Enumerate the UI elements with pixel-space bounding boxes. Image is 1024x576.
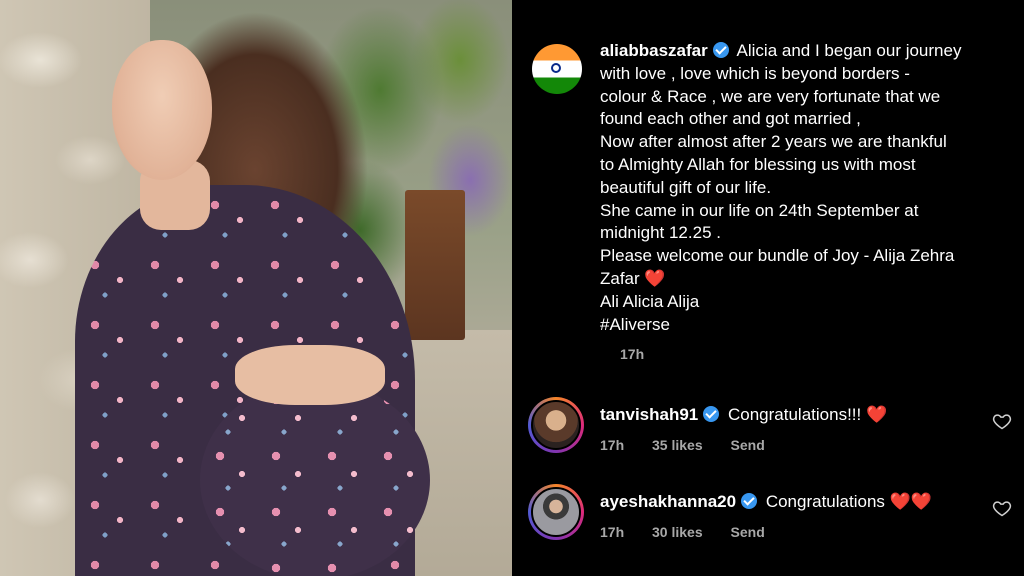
verified-badge-icon <box>712 42 729 58</box>
caption-line: found each other and got married , <box>600 109 861 129</box>
avatar-image <box>531 400 581 450</box>
caption-line: Now after almost after 2 years we are th… <box>600 132 947 152</box>
woman-face <box>112 40 212 180</box>
comment-timestamp[interactable]: 17h <box>600 524 624 540</box>
avatar[interactable] <box>528 484 584 540</box>
heart-icon: ❤️ <box>644 268 666 288</box>
comment-username[interactable]: ayeshakhanna20 <box>600 492 736 511</box>
woman-hand <box>235 345 385 405</box>
caption-line: to Almighty Allah for blessing us with m… <box>600 154 916 174</box>
caption-line: colour & Race , we are very fortunate th… <box>600 86 941 106</box>
comment-text: tanvishah91 Congratulations!!! ❤️ <box>600 405 887 425</box>
comment-likes[interactable]: 35 likes <box>652 437 703 453</box>
like-heart-icon[interactable] <box>992 411 1012 431</box>
heart-icon: ❤️ <box>865 405 888 424</box>
comment-body: Congratulations <box>765 492 885 511</box>
caption-line: She came in our life on 24th September a… <box>600 200 919 220</box>
comment-item: tanvishah91 Congratulations!!! ❤️ 17h 35… <box>528 397 1018 467</box>
comment-meta: 17h 35 likes Send <box>600 437 789 453</box>
like-heart-icon[interactable] <box>992 498 1012 518</box>
comment-username[interactable]: tanvishah91 <box>600 405 698 424</box>
comment-meta: 17h 30 likes Send <box>600 524 789 540</box>
avatar-image <box>531 487 581 537</box>
comment-timestamp[interactable]: 17h <box>600 437 624 453</box>
india-flag-icon[interactable] <box>532 44 582 94</box>
send-button[interactable]: Send <box>731 437 765 453</box>
hashtag-link[interactable]: #Aliverse <box>600 315 670 334</box>
comment-text: ayeshakhanna20 Congratulations ❤️❤️ <box>600 492 932 512</box>
comments-panel: aliabbaszafar Alicia and I began our jou… <box>512 0 1024 576</box>
verified-badge-icon <box>741 493 758 509</box>
verified-badge-icon <box>703 406 720 422</box>
ashoka-chakra-icon <box>551 63 561 73</box>
caption-line: Ali Alicia Alija <box>600 291 700 311</box>
send-button[interactable]: Send <box>731 524 765 540</box>
caption-line: Please welcome our bundle of Joy - Alija… <box>600 246 955 266</box>
caption-text: aliabbaszafar Alicia and I began our jou… <box>600 40 1010 336</box>
avatar[interactable] <box>528 397 584 453</box>
heart-icon: ❤️❤️ <box>889 492 932 511</box>
caption-line: midnight 12.25 . <box>600 223 721 243</box>
comment-body: Congratulations!!! <box>728 405 862 424</box>
caption-line: beautiful gift of our life. <box>600 177 772 197</box>
caption-line: Zafar <box>600 268 640 288</box>
pregnant-belly <box>200 380 430 576</box>
caption-line: Alicia and I began our journey <box>736 41 962 60</box>
post-photo <box>0 0 512 576</box>
comment-item: ayeshakhanna20 Congratulations ❤️❤️ 17h … <box>528 484 1018 554</box>
post-username[interactable]: aliabbaszafar <box>600 41 708 60</box>
caption-line: with love , love which is beyond borders… <box>600 63 910 83</box>
comment-likes[interactable]: 30 likes <box>652 524 703 540</box>
post-timestamp[interactable]: 17h <box>620 346 644 362</box>
